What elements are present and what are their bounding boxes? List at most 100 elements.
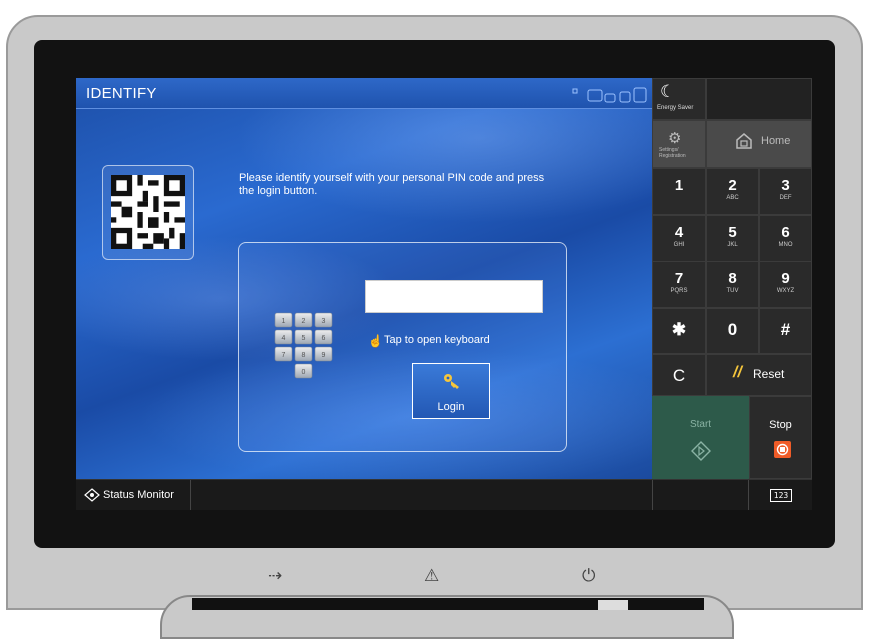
reset-icon: // — [733, 364, 742, 381]
key-digit: 3 — [781, 177, 790, 194]
side-panel: ☾ Energy Saver ⚙ Settings/ Registration … — [652, 78, 812, 479]
key-letters: MNO — [778, 241, 793, 248]
key-digit: 8 — [728, 270, 737, 288]
key-letters: JKL — [727, 241, 738, 248]
key-digit: 4 — [674, 223, 684, 241]
pin-input[interactable] — [365, 280, 543, 313]
keycap-digit: 1 — [282, 318, 286, 325]
key-7[interactable]: 7 PQRS — [652, 261, 706, 309]
power-icon[interactable]: ⏻ — [582, 566, 595, 586]
key-letters: GHI — [673, 241, 685, 248]
settings-icon: ⚙ — [668, 130, 682, 147]
home-icon — [736, 133, 752, 149]
numeric-keyboard-icon[interactable]: 123 — [770, 489, 792, 502]
status-divider — [748, 480, 749, 510]
key-1[interactable]: 1 — [652, 168, 706, 215]
reset-button[interactable]: // Reset — [706, 354, 812, 396]
qr-code-box[interactable] — [102, 165, 194, 260]
keycap: 0 — [294, 363, 313, 379]
key-icon — [444, 374, 459, 389]
keycap: 3 — [314, 312, 333, 328]
key-2[interactable]: 2 ABC — [706, 168, 759, 215]
numeric-keypad-icon[interactable]: 1 2 3 4 5 6 7 8 9 0 — [273, 311, 335, 379]
keycap-digit: 5 — [302, 335, 306, 342]
key-3[interactable]: 3 DEF — [759, 168, 812, 215]
key-5[interactable]: 5 JKL — [706, 214, 759, 262]
key-digit: 1 — [674, 177, 684, 194]
status-monitor-icon — [84, 488, 100, 502]
status-monitor-label: Status Monitor — [103, 489, 174, 501]
touch-screen: IDENTIFY Please identify yourself with y… — [76, 78, 812, 510]
status-monitor-button[interactable]: Status Monitor — [76, 480, 191, 510]
key-letters: TUV — [726, 288, 739, 295]
stop-label: Stop — [769, 419, 792, 431]
hash-key-label: # — [780, 320, 791, 339]
start-icon — [691, 441, 711, 461]
keycap: 1 — [274, 312, 293, 328]
tray-tab — [598, 600, 628, 610]
home-button[interactable]: Home — [706, 120, 812, 168]
key-9[interactable]: 9 WXYZ — [759, 261, 812, 309]
key-letters: WXYZ — [776, 288, 795, 295]
stop-icon — [774, 441, 791, 458]
window-switch-icon[interactable] — [572, 87, 652, 103]
clear-key-label: C — [672, 366, 686, 385]
key-8[interactable]: 8 TUV — [706, 261, 759, 309]
page-title: IDENTIFY — [86, 85, 157, 102]
clear-key[interactable]: C — [652, 354, 706, 396]
identify-screen: IDENTIFY Please identify yourself with y… — [76, 78, 652, 479]
warning-icon: ⚠ — [424, 566, 440, 585]
instruction-text: Please identify yourself with your perso… — [239, 172, 545, 197]
top-right-blank — [706, 78, 812, 120]
keycap-digit: 2 — [302, 318, 306, 325]
zero-key-label: 0 — [727, 320, 738, 339]
hash-key[interactable]: # — [759, 308, 812, 354]
settings-label: Settings/ Registration — [659, 147, 686, 159]
stop-button[interactable]: Stop — [749, 396, 812, 479]
key-digit: 2 — [728, 177, 737, 194]
key-digit: 9 — [781, 270, 790, 288]
login-button-label: Login — [437, 401, 465, 413]
key-digit: 7 — [674, 270, 684, 288]
keycap: 9 — [314, 346, 333, 362]
keycap: 6 — [314, 329, 333, 345]
star-key-label: ✱ — [671, 320, 687, 339]
start-label: Start — [689, 419, 712, 430]
key-digit: 5 — [728, 223, 737, 241]
keycap: 7 — [274, 346, 293, 362]
moon-icon: ☾ — [660, 82, 676, 101]
keycap-digit: 8 — [302, 352, 306, 359]
data-in-icon: ⇢ — [268, 566, 283, 585]
zero-key[interactable]: 0 — [706, 308, 759, 354]
energy-saver-button[interactable]: ☾ Energy Saver — [652, 78, 706, 120]
keycap-digit: 3 — [322, 318, 326, 325]
keycap: 5 — [294, 329, 313, 345]
keycap: 2 — [294, 312, 313, 328]
key-letters: PQRS — [670, 288, 688, 295]
login-button[interactable]: Login — [412, 363, 490, 419]
qr-code-icon — [111, 175, 185, 249]
status-bar: Status Monitor 123 — [76, 479, 812, 510]
key-letters: DEF — [779, 195, 792, 201]
status-divider — [652, 480, 653, 510]
title-bar: IDENTIFY — [76, 78, 652, 109]
key-letters: ABC — [726, 195, 739, 201]
reset-label: Reset — [753, 367, 785, 381]
home-label: Home — [761, 135, 791, 147]
keycap-digit: 7 — [282, 352, 286, 359]
pointing-hand-icon: ☝ — [368, 334, 383, 348]
keycap-digit: 0 — [302, 369, 306, 376]
star-key[interactable]: ✱ — [652, 308, 706, 354]
energy-saver-label: Energy Saver — [657, 105, 694, 111]
tap-to-open-keyboard-link[interactable]: Tap to open keyboard — [384, 334, 490, 346]
key-4[interactable]: 4 GHI — [652, 214, 706, 262]
keycap-digit: 6 — [322, 335, 326, 342]
key-6[interactable]: 6 MNO — [759, 214, 812, 262]
keycap: 8 — [294, 346, 313, 362]
keycap-digit: 4 — [282, 335, 286, 342]
keycap: 4 — [274, 329, 293, 345]
keycap-digit: 9 — [322, 352, 326, 359]
start-button[interactable]: Start — [652, 396, 749, 479]
settings-registration-button[interactable]: ⚙ Settings/ Registration — [652, 120, 706, 168]
key-digit: 6 — [781, 223, 790, 241]
